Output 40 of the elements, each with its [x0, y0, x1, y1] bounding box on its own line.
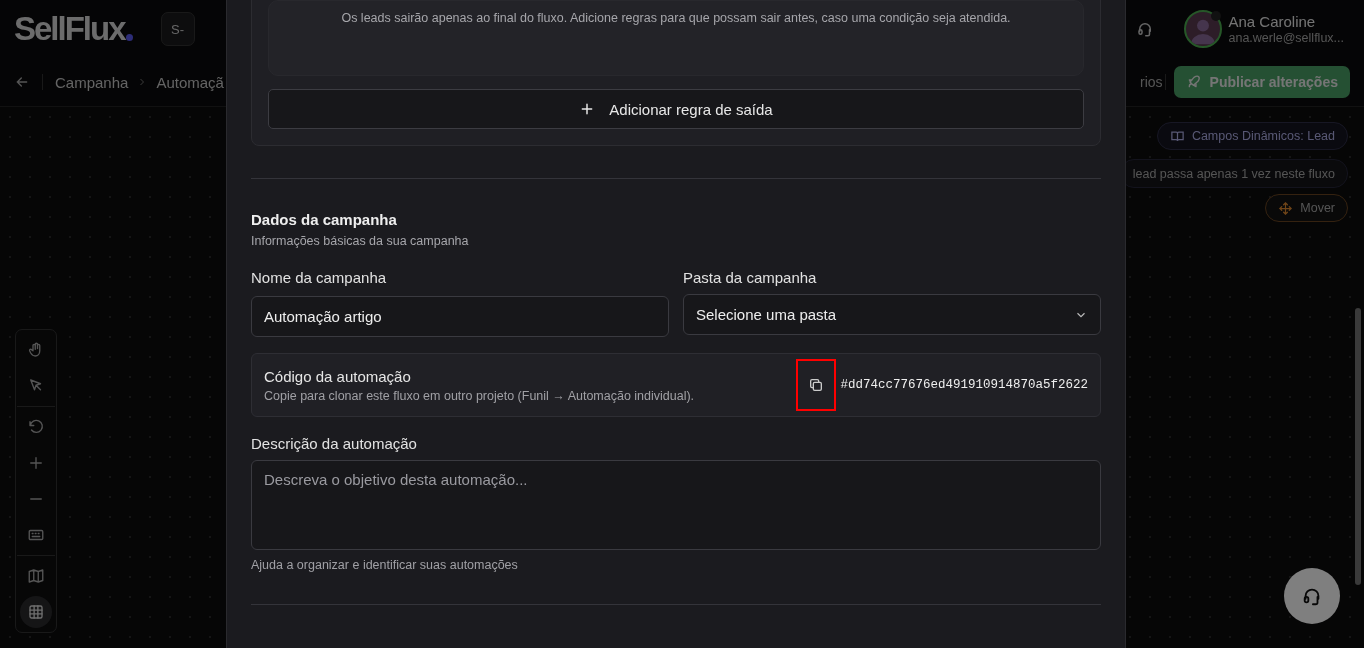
user-email: ana.werle@sellflux... — [1228, 31, 1344, 45]
grid-icon — [27, 603, 45, 621]
field-label: Descrição da automação — [251, 435, 418, 452]
breadcrumb-link[interactable]: Campanha — [55, 73, 129, 91]
menu-link[interactable]: rios — [1140, 74, 1163, 90]
undo-icon — [27, 418, 45, 436]
field-label: Nome da campanha — [251, 269, 388, 286]
logo-dot-icon — [125, 34, 133, 41]
description-textarea[interactable]: Descreva o objetivo desta automação... — [251, 460, 1101, 550]
status-dot-icon — [1211, 11, 1222, 21]
move-button[interactable]: Mover — [1265, 194, 1348, 222]
tool-button[interactable] — [20, 596, 52, 628]
book-icon — [1169, 128, 1185, 144]
minus-icon — [30, 498, 42, 500]
copy-button[interactable] — [796, 359, 837, 411]
field-label: Pasta da campanha — [683, 269, 818, 286]
empty-state-message: Os leads sairão apenas ao final do fluxo. Adicione regras para que possam sair antes, caso uma condição seja atendida. — [341, 11, 1011, 27]
campaign-name-input[interactable]: Automação artigo — [251, 296, 669, 337]
section-subtitle: Informações básicas da sua campanha — [251, 234, 470, 248]
publish-button[interactable]: Publicar alterações — [1173, 66, 1350, 98]
field-hint: Ajuda a organizar e identificar suas automações — [251, 558, 519, 572]
breadcrumb-link[interactable]: Automaçã — [156, 73, 224, 91]
move-arrows-icon — [1278, 200, 1294, 216]
folder-select[interactable]: Selecione uma pasta — [683, 294, 1101, 335]
support-button[interactable] — [1284, 568, 1340, 624]
user-name: Ana Caroline — [1228, 13, 1317, 30]
plus-icon — [27, 454, 45, 472]
add-rule-button[interactable]: Adicionar regra de saída — [268, 89, 1084, 129]
code-title: Código da automação — [264, 367, 412, 385]
code-description: Copie para clonar este fluxo em outro projeto (Funil → Automação individual). — [264, 388, 696, 403]
automation-code: #dd74cc77676ed491910914870a5f2622 — [840, 378, 1088, 392]
section-title: Dados da campanha — [251, 211, 398, 228]
map-icon — [27, 567, 45, 585]
back-arrow-icon[interactable] — [14, 74, 30, 90]
copy-icon — [808, 377, 825, 393]
logo-text: SellFlux — [14, 10, 125, 48]
dynamic-fields-button[interactable]: Campos Dinâmicos: Lead — [1156, 122, 1348, 150]
avatar[interactable] — [1184, 10, 1223, 48]
workspace-button[interactable]: S- — [160, 12, 195, 46]
scrollbar[interactable] — [1355, 308, 1361, 585]
